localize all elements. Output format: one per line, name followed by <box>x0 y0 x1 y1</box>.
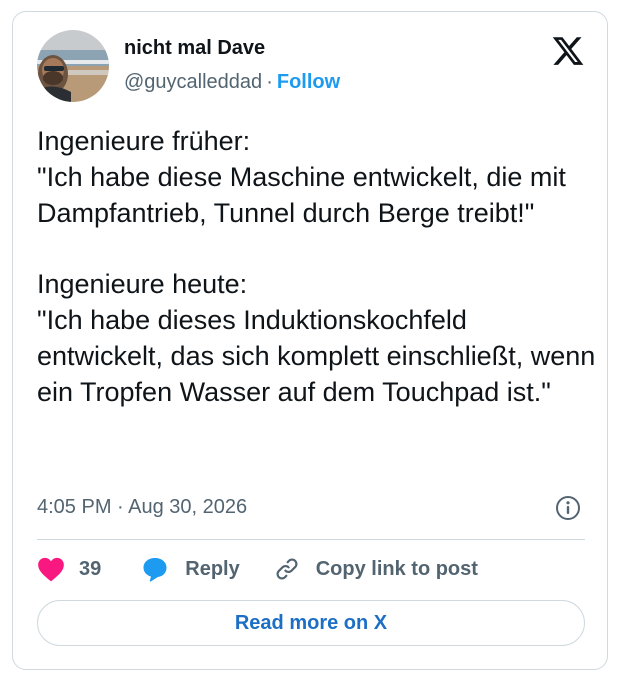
copy-link-button[interactable]: Copy link to post <box>274 556 478 582</box>
copy-link-label: Copy link to post <box>315 557 478 580</box>
post-text: Ingenieure früher: "Ich habe diese Masch… <box>37 126 596 407</box>
post-actions: 39 Reply Copy link to post <box>37 552 478 586</box>
profile-photo-icon <box>37 30 109 102</box>
author-handle[interactable]: @guycalleddad <box>124 71 262 93</box>
x-logo-icon[interactable] <box>551 34 585 68</box>
post-timestamp[interactable]: 4:05 PM · Aug 30, 2026 <box>37 496 247 519</box>
read-more-button[interactable]: Read more on X <box>37 600 585 646</box>
reply-label: Reply <box>185 557 240 580</box>
reply-button[interactable]: Reply <box>141 555 240 583</box>
like-count: 39 <box>79 557 102 580</box>
embedded-post-card: nicht mal Dave @guycalleddad · Follow Inge… <box>12 11 608 670</box>
follow-link[interactable]: Follow <box>277 71 340 93</box>
like-button[interactable]: 39 <box>37 556 101 582</box>
link-icon <box>274 556 300 582</box>
info-icon[interactable] <box>555 495 581 521</box>
author-handle-row: @guycalleddad · Follow <box>124 71 340 94</box>
speech-bubble-icon <box>141 555 169 583</box>
read-more-label: Read more on X <box>234 611 388 634</box>
separator-dot: · <box>266 71 273 93</box>
author-name[interactable]: nicht mal Dave <box>124 37 265 60</box>
divider <box>37 539 585 540</box>
avatar[interactable] <box>37 30 109 102</box>
heart-icon <box>37 556 65 582</box>
